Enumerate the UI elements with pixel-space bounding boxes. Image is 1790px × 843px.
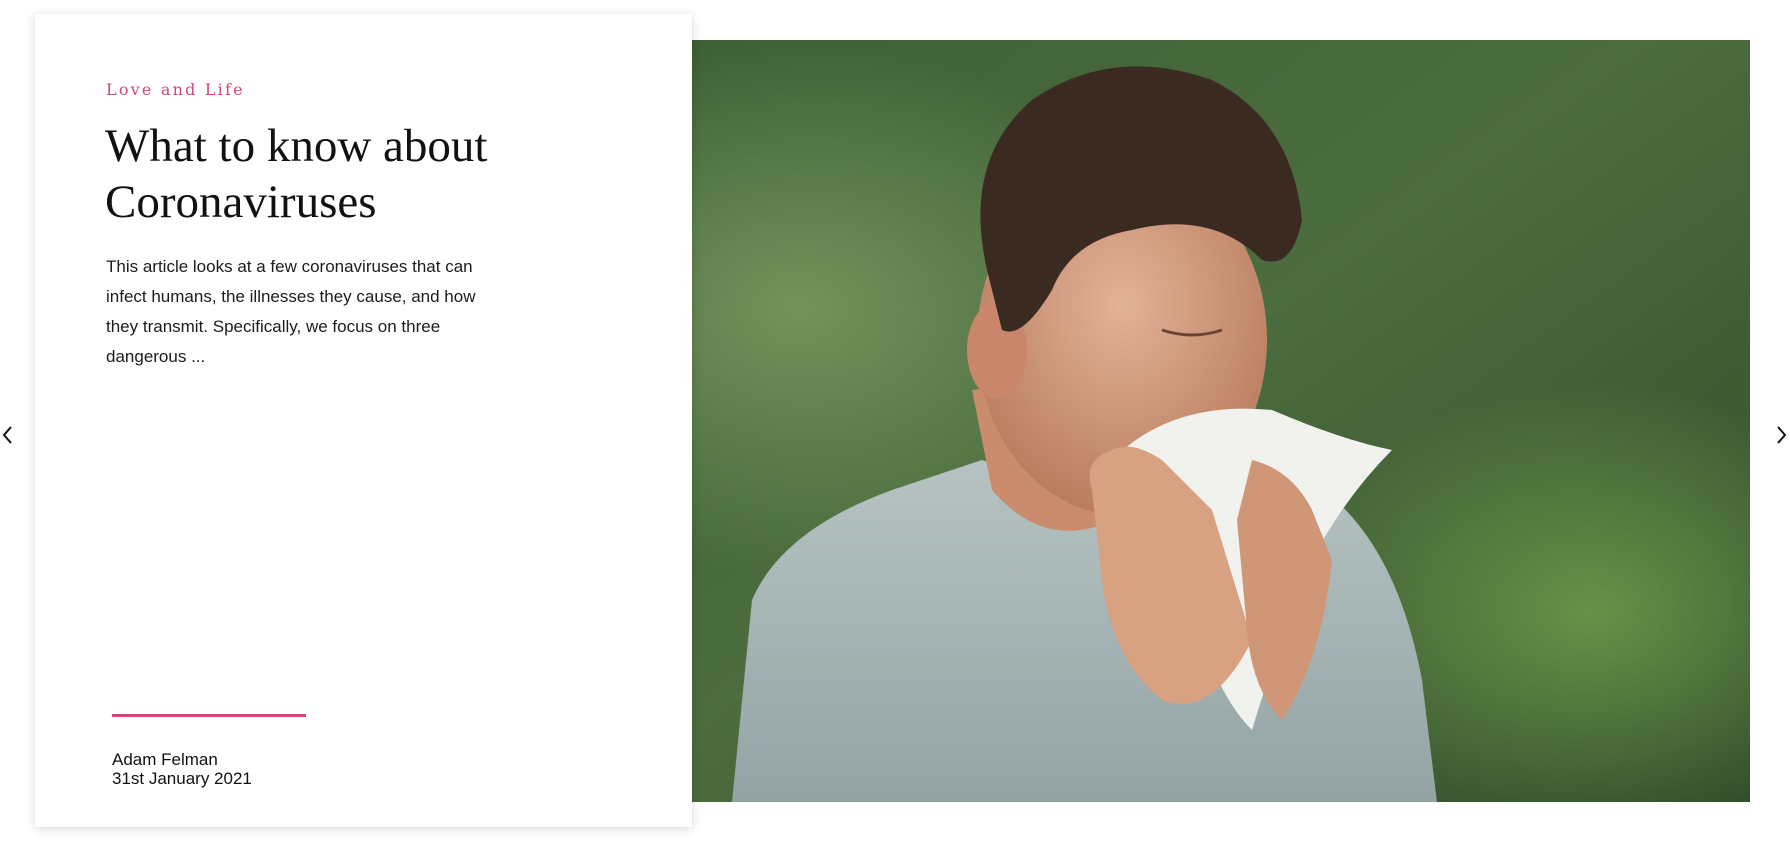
article-author: Adam Felman [112,750,218,769]
chevron-left-icon [2,426,12,444]
article-carousel: Love and Life What to know about Coronav… [0,0,1790,843]
accent-divider [112,714,306,717]
carousel-next-button[interactable] [1772,420,1790,450]
article-date: 31st January 2021 [112,769,252,788]
article-category[interactable]: Love and Life [106,80,245,99]
article-title[interactable]: What to know about Coronaviruses [105,118,575,230]
article-hero-image[interactable] [692,40,1750,802]
chevron-right-icon [1777,426,1787,444]
carousel-prev-button[interactable] [0,420,20,450]
hero-photo-illustration [692,40,1750,802]
article-excerpt: This article looks at a few coronaviruse… [106,257,476,366]
article-card[interactable]: Love and Life What to know about Coronav… [35,14,692,827]
